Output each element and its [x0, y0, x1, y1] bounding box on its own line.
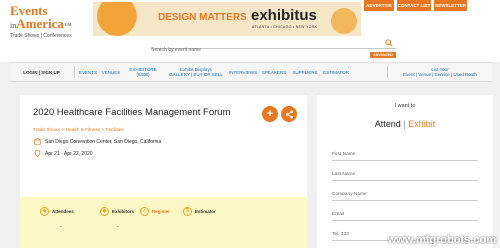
exhibitors-icon: ◆	[100, 207, 109, 216]
watermark: www.mfgrobots.com	[387, 234, 496, 246]
estimator-label: Estimator	[195, 209, 216, 214]
attendees-count: -	[60, 224, 62, 230]
newsletter-button[interactable]: NEWSLETTER	[434, 0, 467, 11]
logo-tagline: Trade Shows | Conferences	[10, 33, 72, 39]
login-signup-link[interactable]: LOGIN | SIGN UP	[14, 63, 69, 81]
exhibitors-label: Exhibitors	[112, 209, 135, 214]
banner-headline: DESIGN MATTERS	[158, 12, 247, 23]
event-categories[interactable]: Trade Shows > Health & Fitness > Facilit…	[33, 127, 124, 132]
banner-decoration	[331, 8, 357, 34]
attendees-icon: ◆	[40, 207, 49, 216]
event-title: 2020 Healthcare Facilities Management Fo…	[33, 107, 231, 118]
register-icon: ✓	[140, 207, 149, 216]
email-field[interactable]: Email	[332, 209, 478, 221]
tab-exhibit[interactable]: Exhibit	[408, 119, 435, 129]
list-your-menu[interactable]: List Your Event | Venue | Service | Used…	[390, 63, 490, 81]
last-name-field[interactable]: Last Name	[332, 169, 478, 181]
attendees-label: Attendees	[52, 209, 74, 214]
add-button[interactable]: +	[262, 106, 278, 122]
nav-item-speakers[interactable]: SPEAKERS	[260, 63, 288, 81]
estimator-icon: $	[183, 207, 192, 216]
list-your-links[interactable]: Event | Venue | Service | Used Booth	[403, 72, 477, 77]
top-header: Events inAmerica™ Trade Shows | Conferen…	[0, 0, 500, 62]
estimator-action[interactable]: $ Estimator	[183, 207, 216, 216]
form-tabs: Attend | Exhibit	[317, 119, 493, 129]
main-nav: LOGIN | SIGN UP EVENTS VENUES EXHIBITORS…	[10, 62, 492, 82]
event-dates: Apr 21 - Apr 22, 2020	[45, 151, 93, 157]
nav-item-estimator[interactable]: ESTIMATOR	[321, 63, 351, 81]
ad-banner[interactable]: DESIGN MATTERS exhibitus ATLANTA • CHICA…	[93, 2, 361, 36]
nav-item-exhibitors[interactable]: EXHIBITORS (6408)	[127, 63, 159, 81]
nav-item-events[interactable]: EVENTS	[77, 63, 99, 81]
banner-decoration	[97, 2, 137, 36]
search-icon[interactable]	[385, 39, 393, 47]
share-button[interactable]	[281, 106, 297, 122]
event-actions-panel: ◆ Attendees ◆ Exhibitors ✓ Register $ Estima…	[20, 197, 307, 248]
share-icon	[285, 109, 293, 119]
attendees-action[interactable]: ◆ Attendees	[40, 207, 74, 216]
plus-icon: +	[266, 108, 274, 120]
nav-item-venues[interactable]: VENUES	[100, 63, 122, 81]
exhibitors-action[interactable]: ◆ Exhibitors	[100, 207, 134, 216]
nav-divider	[74, 66, 75, 78]
tab-separator: |	[403, 119, 406, 129]
tab-attend[interactable]: Attend	[375, 119, 401, 129]
logo-line2-main: America	[16, 16, 64, 31]
contact-list-button[interactable]: CONTACT LIST	[397, 0, 431, 11]
map-pin-icon	[34, 150, 41, 157]
nav-divider	[387, 66, 388, 78]
search-placeholder: Search by event name	[151, 47, 202, 53]
banner-cities: ATLANTA • CHICAGO • NEW YORK	[252, 25, 318, 29]
register-action[interactable]: ✓ Register	[140, 207, 170, 216]
banner-brand: exhibitus	[251, 7, 317, 24]
venue-icon	[34, 138, 41, 145]
logo-tm: ™	[63, 21, 72, 30]
event-card: 2020 Healthcare Facilities Management Fo…	[20, 95, 307, 248]
advertise-button[interactable]: ADVERTISE	[364, 0, 394, 11]
site-logo[interactable]: Events inAmerica™ Trade Shows | Conferen…	[10, 4, 95, 39]
event-venue[interactable]: San Diego Convention Center, San Diego, …	[45, 139, 161, 145]
nav-item-gallery[interactable]: Exhibit Displays GALLERY | BUY OR SELL	[165, 63, 227, 81]
company-name-field[interactable]: Company Name	[332, 189, 478, 201]
nav-item-suppliers[interactable]: SUPPLIERS	[291, 63, 319, 81]
search-input[interactable]: Search by event name	[151, 38, 396, 53]
logo-line2: inAmerica™	[10, 17, 95, 32]
registration-form: I want to Attend | Exhibit First Name La…	[317, 95, 493, 248]
nav-item-interviews[interactable]: INTERVIEWS	[229, 63, 257, 81]
form-heading: I want to	[394, 103, 416, 109]
exhibitors-count: -	[117, 224, 119, 230]
advanced-search-button[interactable]: ADVANCED	[370, 52, 396, 58]
first-name-field[interactable]: First Name	[332, 149, 478, 161]
register-label: Register	[152, 209, 171, 214]
